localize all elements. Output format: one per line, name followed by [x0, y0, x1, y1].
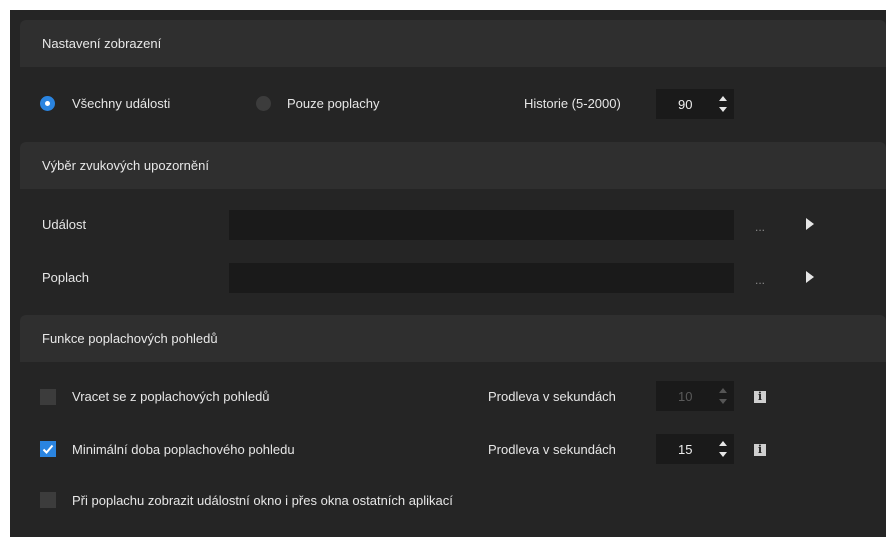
- info-icon[interactable]: i: [754, 444, 766, 456]
- min-delay-value: 15: [678, 442, 693, 457]
- all-events-radio[interactable]: [40, 96, 55, 111]
- min-duration-checkbox[interactable]: [40, 441, 56, 457]
- event-label: Událost: [42, 217, 87, 232]
- history-spinbox[interactable]: 90: [656, 89, 734, 119]
- min-delay-spinbox[interactable]: 15: [656, 434, 734, 464]
- return-delay-value: 10: [678, 389, 693, 404]
- return-views-checkbox[interactable]: [40, 389, 56, 405]
- all-events-label[interactable]: Všechny události: [72, 96, 170, 111]
- info-icon[interactable]: i: [754, 391, 766, 403]
- alarm-browse-button[interactable]: ...: [755, 273, 765, 287]
- history-label: Historie (5-2000): [524, 96, 621, 111]
- alarm-sound-field[interactable]: [229, 263, 734, 293]
- alarm-views-header: Funkce poplachových pohledů: [20, 315, 886, 362]
- return-views-label[interactable]: Vracet se z poplachových pohledů: [72, 389, 270, 404]
- alarms-only-label[interactable]: Pouze poplachy: [287, 96, 380, 111]
- alarms-only-radio[interactable]: [256, 96, 271, 111]
- history-value: 90: [678, 97, 693, 112]
- display-settings-header: Nastavení zobrazení: [20, 20, 886, 67]
- spin-arrows-icon[interactable]: [718, 439, 728, 459]
- spin-arrows-icon[interactable]: [718, 94, 728, 114]
- sound-notifications-title: Výběr zvukových upozornění: [42, 158, 209, 173]
- spin-arrows-icon: [719, 388, 727, 404]
- min-duration-label[interactable]: Minimální doba poplachového pohledu: [72, 442, 295, 457]
- alarm-views-title: Funkce poplachových pohledů: [42, 331, 218, 346]
- alarm-play-icon[interactable]: [806, 271, 814, 283]
- sound-notifications-header: Výběr zvukových upozornění: [20, 142, 886, 189]
- return-delay-spinbox: 10: [656, 381, 734, 411]
- event-sound-field[interactable]: [229, 210, 734, 240]
- show-on-top-label[interactable]: Při poplachu zobrazit událostní okno i p…: [72, 493, 453, 508]
- return-delay-label: Prodleva v sekundách: [488, 389, 616, 404]
- alarm-label: Poplach: [42, 270, 89, 285]
- event-play-icon[interactable]: [806, 218, 814, 230]
- checkmark-icon: [42, 444, 54, 454]
- min-delay-label: Prodleva v sekundách: [488, 442, 616, 457]
- event-browse-button[interactable]: ...: [755, 220, 765, 234]
- show-on-top-checkbox[interactable]: [40, 492, 56, 508]
- display-settings-title: Nastavení zobrazení: [42, 36, 162, 51]
